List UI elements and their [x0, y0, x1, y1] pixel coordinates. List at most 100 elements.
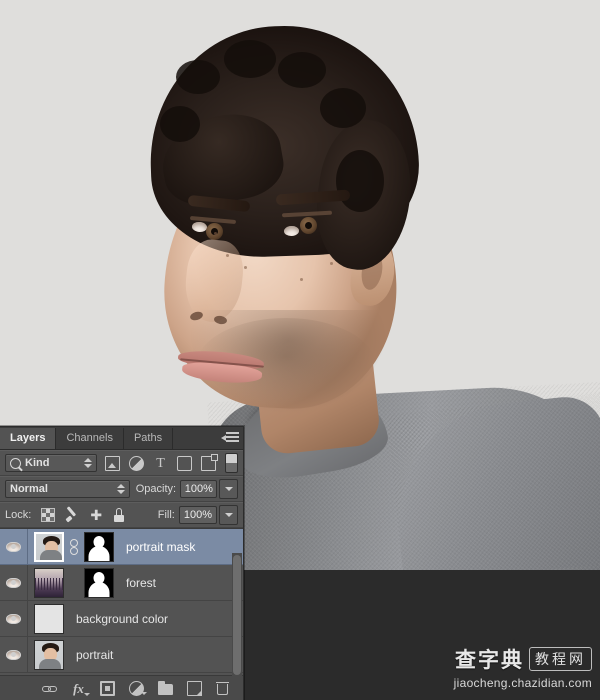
- layer-visibility-toggle[interactable]: [0, 529, 28, 564]
- lock-image-pixels-icon[interactable]: [65, 508, 79, 522]
- scrollbar-thumb[interactable]: [233, 555, 241, 675]
- freckle: [214, 232, 217, 235]
- opacity-label: Opacity:: [135, 483, 177, 495]
- layer-visibility-toggle[interactable]: [0, 637, 28, 672]
- blend-mode-select[interactable]: Normal: [5, 480, 130, 498]
- blend-mode-value: Normal: [10, 483, 48, 495]
- lock-icon-group: ✚: [41, 508, 125, 522]
- layer-name-label[interactable]: portrait: [64, 648, 113, 662]
- pupil-right: [305, 222, 312, 229]
- layer-name-label[interactable]: forest: [114, 576, 156, 590]
- new-group-icon[interactable]: [158, 680, 173, 695]
- lock-row: Lock: ✚ Fill: 100%: [0, 502, 243, 528]
- opacity-input[interactable]: 100%: [180, 480, 218, 498]
- fill-dropdown-button[interactable]: [219, 505, 238, 525]
- layers-panel-footer: fx: [0, 675, 243, 700]
- smart-object-filter-icon[interactable]: [201, 453, 218, 471]
- tab-paths[interactable]: Paths: [123, 428, 174, 449]
- eye-icon: [6, 649, 21, 660]
- layer-row-forest[interactable]: forest: [0, 565, 243, 601]
- add-layer-mask-icon[interactable]: [100, 680, 115, 696]
- screenshot-root: Layers Channels Paths Kind T Normal Opac…: [0, 0, 600, 700]
- layer-list-scrollbar[interactable]: [232, 553, 242, 699]
- eye-icon: [6, 577, 21, 588]
- watermark-brand-text: 查字典: [455, 648, 524, 672]
- mask-body-shape: [88, 581, 110, 597]
- delete-layer-icon[interactable]: [216, 681, 231, 696]
- panel-menu-icon[interactable]: [221, 432, 239, 444]
- fill-input[interactable]: 100%: [178, 506, 217, 524]
- layer-thumbnail[interactable]: [34, 531, 64, 562]
- blend-mode-row: Normal Opacity: 100%: [0, 476, 243, 502]
- hair-curl: [224, 40, 276, 78]
- tab-layers[interactable]: Layers: [0, 428, 57, 449]
- layer-thumbnails: [28, 531, 114, 562]
- watermark: 查字典 教程网 jiaocheng.chazidian.com: [454, 644, 592, 690]
- freckle: [244, 266, 247, 269]
- layer-style-fx-icon[interactable]: fx: [71, 681, 90, 696]
- shape-filter-icon[interactable]: [177, 455, 192, 471]
- layer-name-label[interactable]: background color: [64, 612, 168, 626]
- new-layer-icon[interactable]: [187, 680, 202, 696]
- mask-body-shape: [88, 545, 110, 561]
- hair-curl: [176, 60, 220, 94]
- layer-thumbnail[interactable]: [34, 603, 64, 634]
- filter-kind-label: Kind: [25, 457, 50, 469]
- layer-row-portrait[interactable]: portrait: [0, 637, 243, 673]
- link-layers-icon[interactable]: [42, 681, 57, 696]
- fx-caret: [84, 692, 90, 696]
- eye-icon: [6, 613, 21, 624]
- tab-channels[interactable]: Channels: [56, 428, 124, 449]
- eye-icon: [6, 541, 21, 552]
- layer-row-background-color[interactable]: background color: [0, 601, 243, 637]
- chevron-updown-icon: [116, 483, 125, 495]
- layer-thumbnails: [28, 639, 64, 670]
- lock-position-icon[interactable]: ✚: [89, 508, 103, 522]
- filter-toggle-switch[interactable]: [225, 453, 238, 473]
- search-icon: [10, 457, 21, 469]
- layer-name-label[interactable]: portrait mask: [114, 540, 195, 554]
- hair-curl: [278, 52, 326, 88]
- chevron-updown-icon: [83, 457, 92, 469]
- hair-curl: [336, 150, 384, 212]
- layer-list: portrait mask forest background color po…: [0, 528, 243, 675]
- thumb-body: [40, 549, 62, 560]
- lock-label: Lock:: [5, 509, 32, 521]
- layer-thumbnails: [28, 603, 64, 634]
- watermark-url: jiaocheng.chazidian.com: [453, 676, 592, 690]
- layer-mask-thumbnail[interactable]: [84, 531, 114, 562]
- watermark-brand-badge: 教程网: [529, 647, 592, 671]
- layer-filter-row: Kind T: [0, 450, 243, 476]
- layer-thumbnail[interactable]: [34, 639, 64, 670]
- layer-visibility-toggle[interactable]: [0, 601, 28, 636]
- link-mask-icon[interactable]: [68, 538, 80, 555]
- watermark-brand-row: 查字典 教程网: [454, 644, 592, 674]
- fill-label: Fill:: [157, 509, 175, 521]
- lock-all-icon[interactable]: [113, 508, 125, 522]
- filter-type-icons: T: [103, 453, 225, 471]
- lock-transparent-pixels-icon[interactable]: [41, 508, 56, 522]
- freckle: [226, 254, 229, 257]
- freckle: [330, 262, 333, 265]
- hair-curl: [160, 106, 200, 142]
- opacity-dropdown-button[interactable]: [219, 479, 238, 499]
- panel-tabbar: Layers Channels Paths: [0, 427, 243, 450]
- adjustment-filter-icon[interactable]: [129, 455, 144, 471]
- layer-thumbnails: [28, 567, 114, 598]
- layer-mask-thumbnail[interactable]: [84, 567, 114, 598]
- shirt-shoulder: [386, 393, 600, 570]
- filter-kind-select[interactable]: Kind: [5, 454, 97, 472]
- thumb-trees: [35, 577, 63, 590]
- layer-visibility-toggle[interactable]: [0, 565, 28, 600]
- layer-row-portrait-mask[interactable]: portrait mask: [0, 529, 243, 565]
- adjustment-caret: [141, 691, 147, 695]
- type-filter-icon[interactable]: T: [153, 456, 168, 471]
- thumb-body: [39, 658, 61, 669]
- new-adjustment-layer-icon[interactable]: [129, 680, 147, 696]
- freckle: [300, 278, 303, 281]
- fabric-texture-shoulder: [386, 393, 600, 570]
- pixel-filter-icon[interactable]: [105, 455, 120, 471]
- panel-menu-lines: [226, 432, 239, 443]
- hair-curl: [320, 88, 366, 128]
- layer-thumbnail[interactable]: [34, 567, 64, 598]
